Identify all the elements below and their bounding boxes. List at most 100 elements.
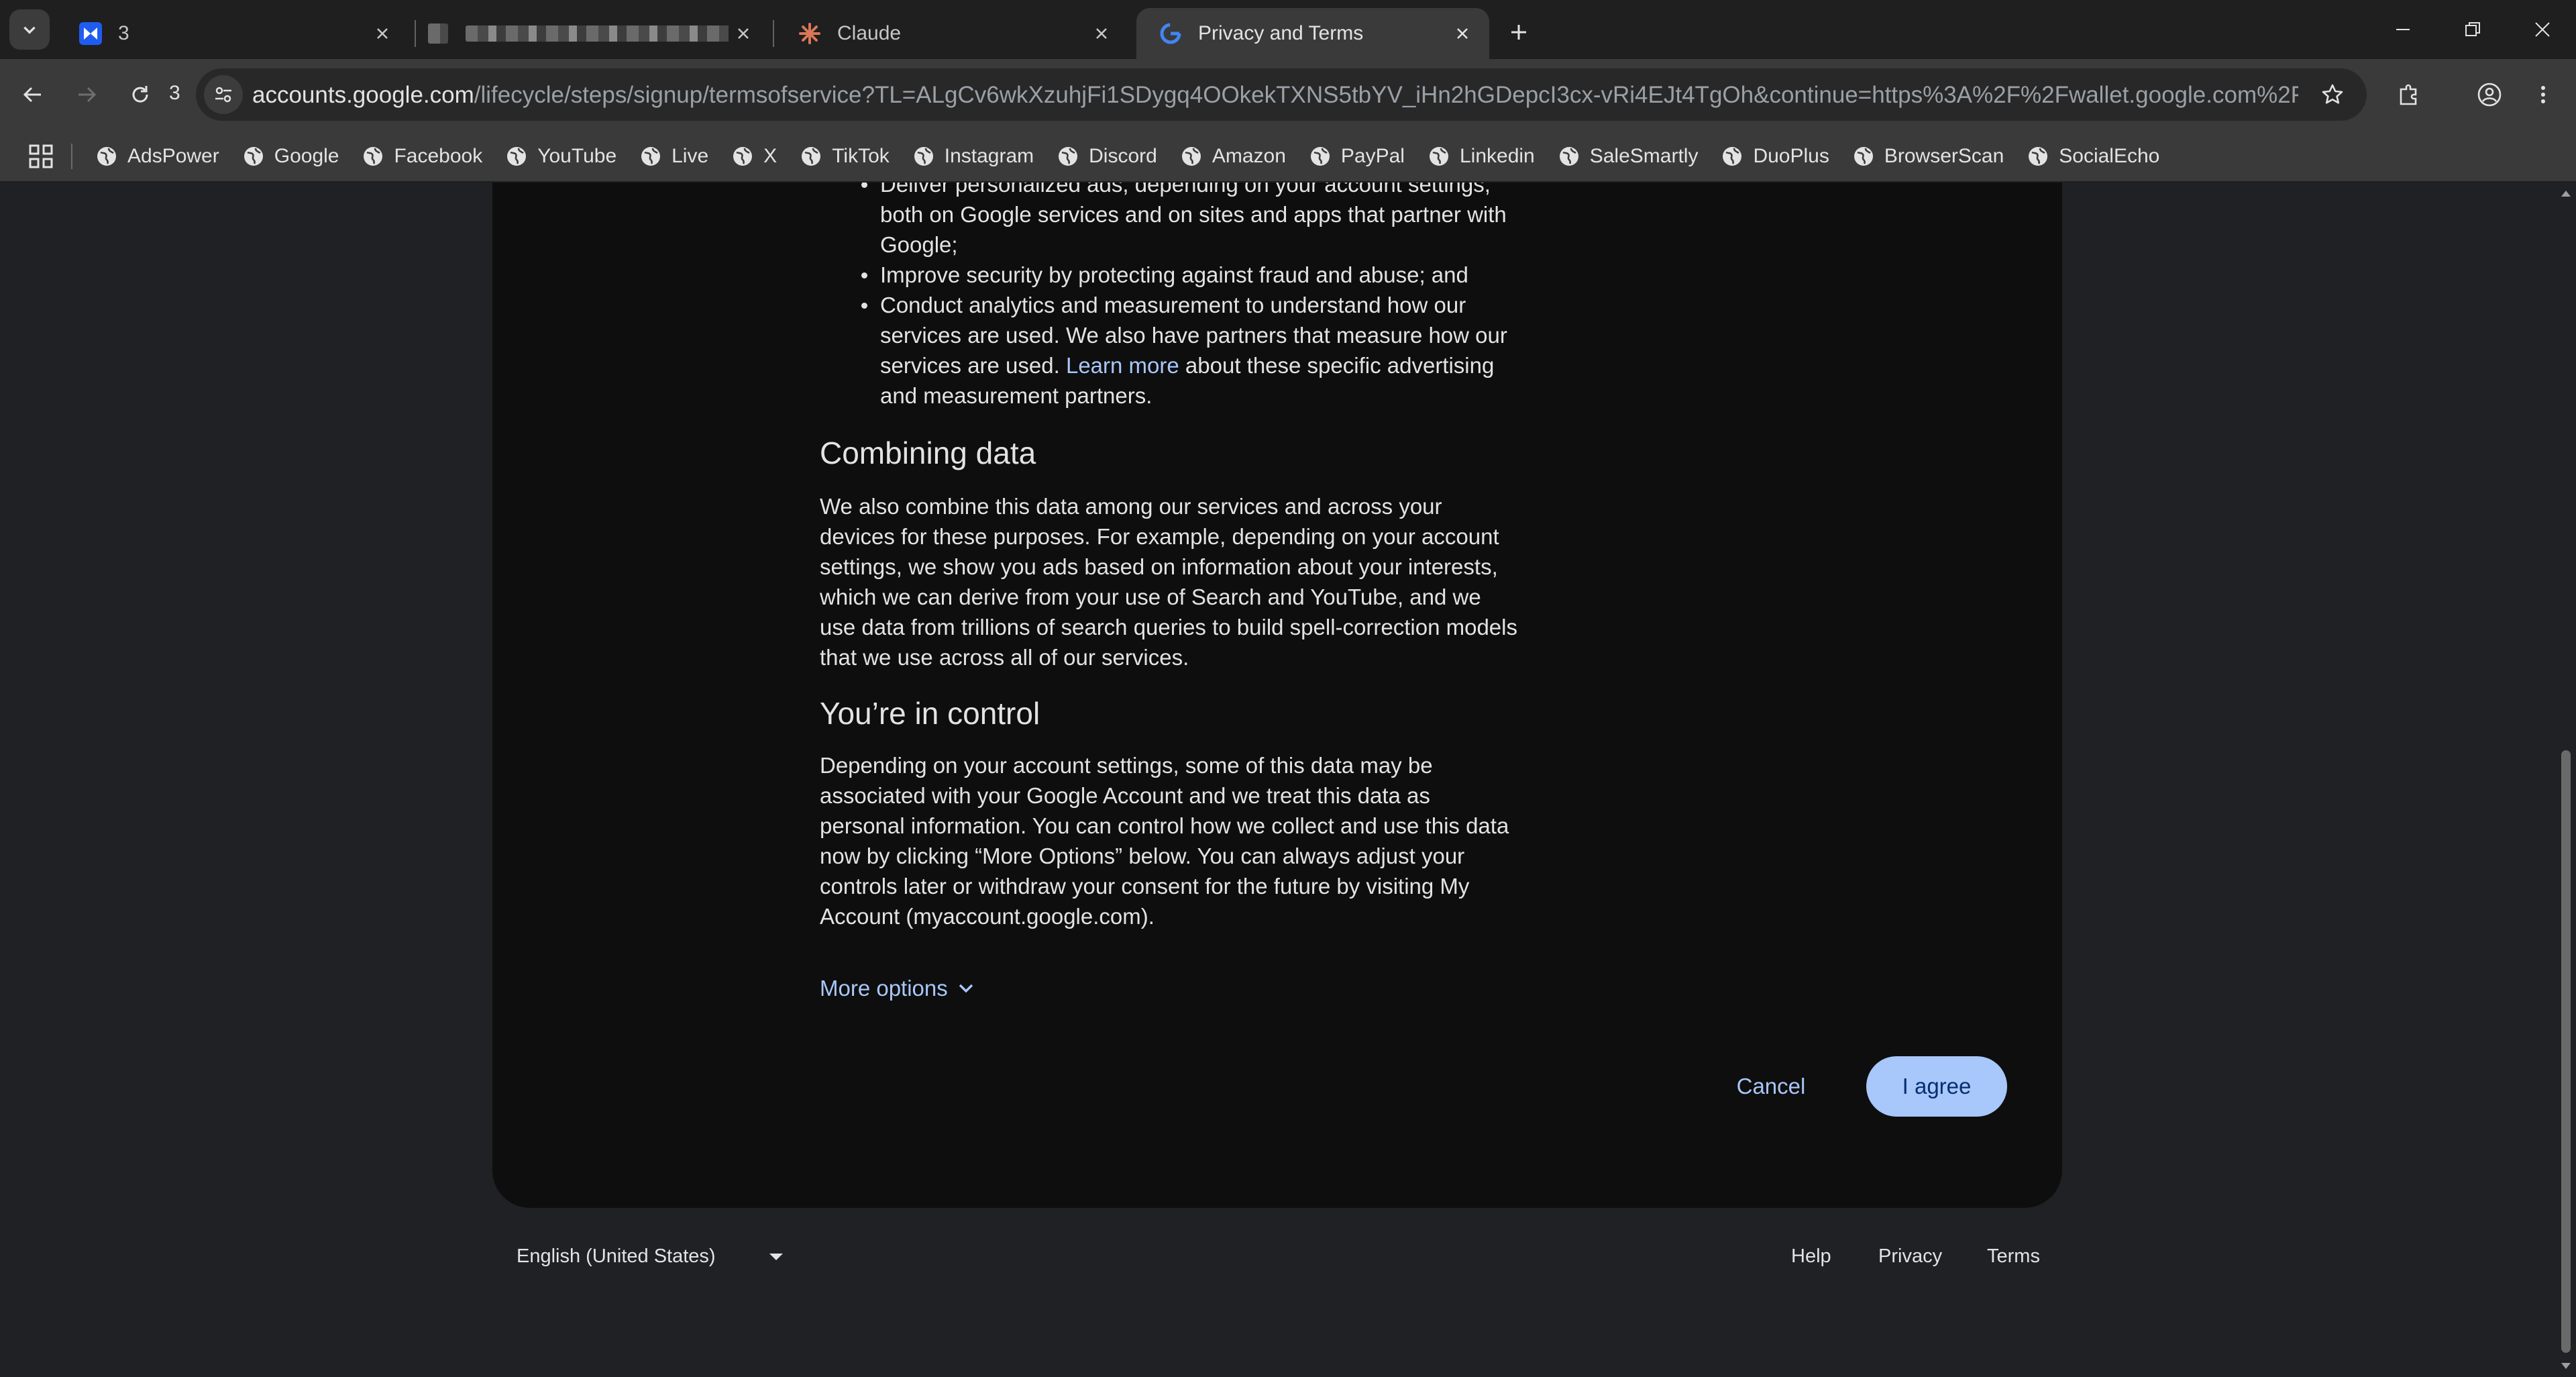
list-item: Improve security by protecting against f… bbox=[820, 260, 1517, 290]
restore-icon bbox=[2465, 22, 2480, 36]
globe-icon bbox=[1559, 147, 1578, 166]
combining-data-paragraph: We also combine this data among our serv… bbox=[820, 494, 1517, 670]
bookmark-discord[interactable]: Discord bbox=[1057, 140, 1171, 173]
bookmark-linkedin[interactable]: Linkedin bbox=[1428, 140, 1548, 173]
arrow-left-icon bbox=[23, 87, 41, 103]
bookmark-google[interactable]: Google bbox=[242, 140, 353, 173]
learn-more-link[interactable]: Learn more bbox=[1066, 353, 1179, 378]
tab-title: Claude bbox=[837, 22, 902, 44]
bookmark-instagram[interactable]: Instagram bbox=[912, 140, 1047, 173]
globe-icon bbox=[364, 147, 383, 166]
apps-grid-icon[interactable] bbox=[28, 144, 54, 169]
bookmark-live[interactable]: Live bbox=[639, 140, 722, 173]
url-path: /lifecycle/steps/signup/termsofservice?T… bbox=[474, 82, 2298, 108]
more-vert-icon bbox=[2541, 86, 2545, 103]
bookmark-adspower[interactable]: AdsPower bbox=[95, 140, 233, 173]
more-options-button[interactable]: More options bbox=[820, 976, 976, 1001]
close-icon[interactable] bbox=[1087, 19, 1116, 48]
bookmark-salesmartly[interactable]: SaleSmartly bbox=[1558, 140, 1712, 173]
globe-icon bbox=[244, 147, 263, 166]
close-icon[interactable] bbox=[368, 19, 397, 48]
footer-privacy-link[interactable]: Privacy bbox=[1878, 1245, 1942, 1268]
adspower-icon bbox=[79, 22, 102, 45]
scroll-down-arrow-icon[interactable] bbox=[2561, 1363, 2571, 1369]
in-control-paragraph: Depending on your account settings, some… bbox=[820, 753, 1509, 929]
extensions-button[interactable] bbox=[2388, 74, 2430, 115]
footer-terms-link[interactable]: Terms bbox=[1987, 1245, 2040, 1268]
globe-icon bbox=[97, 147, 116, 166]
bookmark-label: Instagram bbox=[944, 145, 1034, 167]
close-icon[interactable] bbox=[729, 19, 758, 48]
bookmark-duoplus[interactable]: DuoPlus bbox=[1721, 140, 1842, 173]
reload-button[interactable] bbox=[119, 74, 161, 115]
blurred-tab-icon bbox=[427, 22, 449, 45]
claude-icon bbox=[798, 22, 821, 45]
scrollbar-thumb[interactable] bbox=[2561, 750, 2571, 1353]
page-scrollbar[interactable] bbox=[2556, 183, 2576, 1377]
footer-help-link[interactable]: Help bbox=[1791, 1245, 1831, 1268]
cancel-button[interactable]: Cancel bbox=[1704, 1056, 1838, 1117]
list-item: Conduct analytics and measurement to und… bbox=[820, 290, 1517, 411]
menu-button[interactable] bbox=[2522, 74, 2564, 115]
agree-button[interactable]: I agree bbox=[1866, 1056, 2007, 1117]
minimize-button[interactable] bbox=[2368, 0, 2438, 59]
bookmark-facebook[interactable]: Facebook bbox=[362, 140, 496, 173]
bookmark-tiktok[interactable]: TikTok bbox=[800, 140, 903, 173]
chevron-down-icon bbox=[23, 26, 36, 34]
profile-button[interactable] bbox=[2469, 74, 2510, 115]
close-icon[interactable] bbox=[1448, 19, 1477, 48]
more-options-label: More options bbox=[820, 976, 948, 1001]
bookmark-label: X bbox=[763, 145, 777, 167]
language-label: English (United States) bbox=[517, 1245, 716, 1267]
bookmark-star-button[interactable] bbox=[2317, 79, 2348, 110]
tab-search-button[interactable] bbox=[9, 9, 50, 50]
tab-claude[interactable]: Claude bbox=[775, 8, 1128, 59]
tune-icon bbox=[215, 87, 231, 103]
bookmark-browserscan[interactable]: BrowserScan bbox=[1852, 140, 2017, 173]
scroll-up-arrow-icon[interactable] bbox=[2561, 191, 2571, 197]
bookmark-label: Google bbox=[274, 145, 339, 167]
list-item: Deliver personalized ads, depending on y… bbox=[820, 183, 1517, 260]
url-text[interactable]: accounts.google.com/lifecycle/steps/sign… bbox=[252, 82, 2298, 109]
site-info-button[interactable] bbox=[204, 75, 243, 114]
tab-privacy-terms[interactable]: Privacy and Terms bbox=[1136, 8, 1489, 59]
bookmark-x[interactable]: X bbox=[731, 140, 790, 173]
bookmark-label: Linkedin bbox=[1459, 145, 1535, 167]
bookmark-label: Discord bbox=[1089, 145, 1157, 167]
tab-adspower[interactable]: 3 bbox=[56, 8, 409, 59]
bookmark-paypal[interactable]: PayPal bbox=[1309, 140, 1418, 173]
tab-title: Privacy and Terms bbox=[1198, 22, 1364, 44]
combining-data-heading: Combining data bbox=[820, 436, 1036, 470]
account-icon bbox=[2477, 83, 2502, 107]
globe-icon bbox=[641, 147, 661, 166]
bookmark-socialecho[interactable]: SocialEcho bbox=[2027, 140, 2173, 173]
bookmark-label: TikTok bbox=[832, 145, 890, 167]
address-bar[interactable]: accounts.google.com/lifecycle/steps/sign… bbox=[196, 68, 2367, 121]
star-icon bbox=[2322, 84, 2343, 104]
google-icon bbox=[1159, 22, 1182, 45]
tab-blurred[interactable] bbox=[417, 8, 770, 59]
tab-separator bbox=[773, 20, 774, 47]
globe-icon bbox=[1181, 147, 1201, 166]
back-button[interactable] bbox=[12, 74, 54, 115]
bookmark-label: Facebook bbox=[394, 145, 483, 167]
globe-icon bbox=[1854, 147, 1873, 166]
globe-icon bbox=[914, 147, 933, 166]
chevron-down-icon bbox=[959, 984, 973, 993]
browser-toolbar: 3 accounts.google.com/lifecycle/steps/si… bbox=[0, 59, 2576, 130]
bookmark-amazon[interactable]: Amazon bbox=[1180, 140, 1299, 173]
arrow-right-icon bbox=[78, 87, 97, 103]
bookmark-label: Live bbox=[672, 145, 709, 167]
bookmark-youtube[interactable]: YouTube bbox=[505, 140, 630, 173]
globe-icon bbox=[1059, 147, 1078, 166]
minimize-icon bbox=[2396, 29, 2410, 30]
close-window-button[interactable] bbox=[2508, 0, 2576, 59]
bookmark-list: AdsPower Google Facebook YouTube Live X TikTok… bbox=[95, 140, 2182, 173]
language-selector[interactable]: English (United States) bbox=[517, 1245, 783, 1268]
new-tab-button[interactable] bbox=[1500, 13, 1538, 51]
forward-button[interactable] bbox=[66, 74, 107, 115]
bookmark-label: PayPal bbox=[1340, 145, 1405, 167]
dropdown-caret-icon bbox=[769, 1253, 783, 1260]
page-viewport: Deliver personalized ads, depending on y… bbox=[0, 183, 2576, 1377]
restore-button[interactable] bbox=[2438, 0, 2508, 59]
